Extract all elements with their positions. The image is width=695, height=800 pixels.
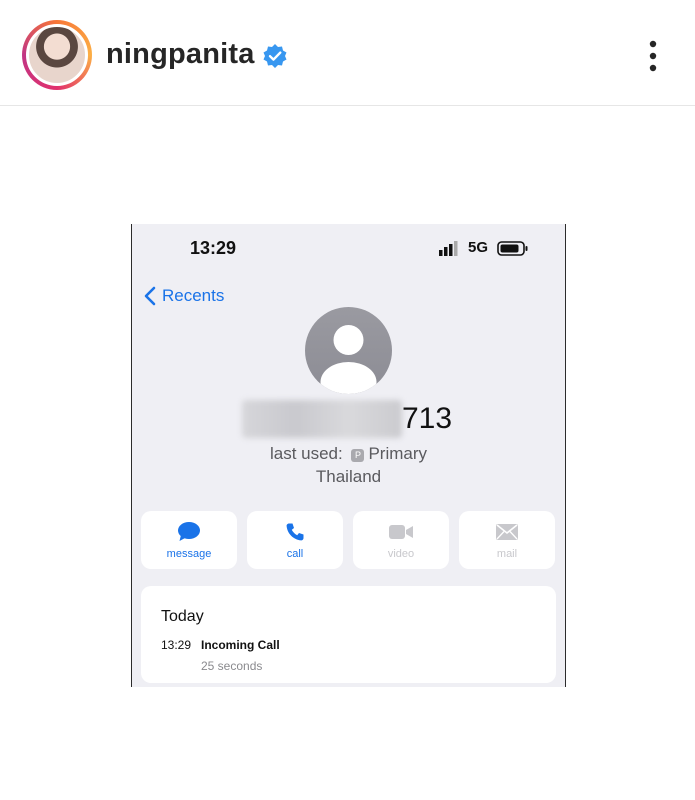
call-label: call [286, 548, 304, 560]
sim-tag-icon: P [351, 449, 365, 462]
video-action-button[interactable]: video [353, 511, 449, 569]
video-label: video [387, 548, 415, 560]
mail-action-button[interactable]: mail [459, 511, 555, 569]
person-silhouette-icon [320, 325, 377, 394]
redacted-phone-number [242, 400, 402, 438]
verified-badge-icon [263, 44, 287, 68]
contact-placeholder-avatar [305, 307, 392, 394]
chevron-left-icon [144, 286, 156, 306]
network-label: 5G [468, 239, 489, 256]
sim-name: Primary [368, 444, 428, 463]
more-options-icon[interactable] [640, 38, 666, 74]
message-label: message [166, 548, 212, 560]
phone-icon [286, 523, 304, 541]
contact-actions: message call video mail [141, 511, 556, 569]
last-used-line: last used: P Primary [132, 444, 565, 464]
status-time: 13:29 [190, 238, 237, 258]
call-time: 13:29 [161, 638, 192, 652]
mail-label: mail [496, 548, 518, 560]
post-image-phone-screenshot[interactable]: 13:29 5G Recents 713 last used: P Primary… [131, 224, 566, 687]
call-history-card: Today 13:29 Incoming Call 25 seconds [141, 586, 556, 683]
phone-number-suffix: 713 [402, 402, 453, 435]
message-action-button[interactable]: message [141, 511, 237, 569]
envelope-icon [496, 524, 518, 540]
battery-icon [497, 241, 528, 256]
message-bubble-icon [178, 522, 200, 541]
last-used-prefix: last used: [269, 444, 343, 463]
story-ring[interactable] [22, 20, 92, 90]
call-duration: 25 seconds [201, 659, 263, 673]
video-camera-icon [389, 525, 413, 539]
country-label: Thailand [315, 467, 382, 486]
avatar[interactable] [26, 24, 88, 86]
call-action-button[interactable]: call [247, 511, 343, 569]
back-to-recents-button[interactable]: Recents [144, 284, 224, 308]
call-type: Incoming Call [201, 638, 280, 652]
history-day: Today [161, 608, 204, 625]
username[interactable]: ningpanita [106, 38, 255, 71]
post-header: ningpanita [0, 0, 695, 106]
back-label: Recents [162, 286, 225, 305]
